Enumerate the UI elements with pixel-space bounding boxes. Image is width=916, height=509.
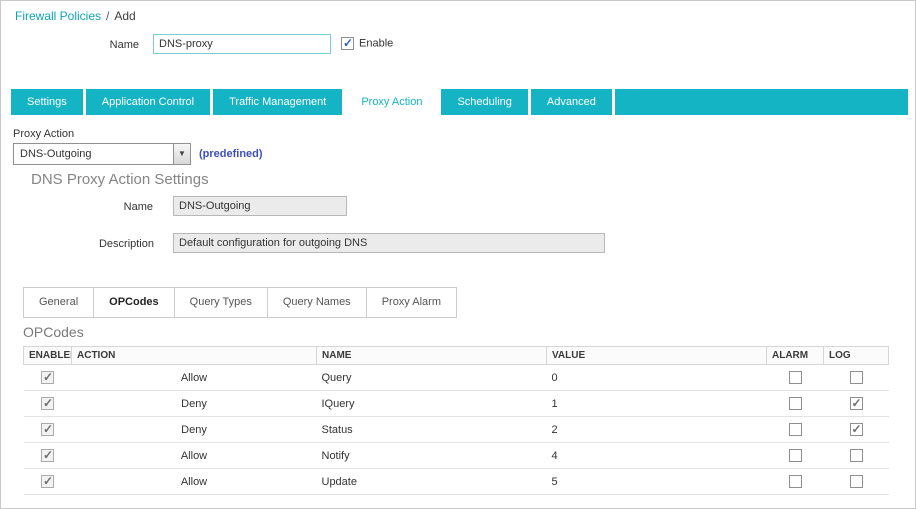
column-header-enabled: ENABLED xyxy=(23,346,72,365)
enabled-checkbox xyxy=(41,370,54,384)
tab-traffic-management[interactable]: Traffic Management xyxy=(213,89,343,115)
tab-scheduling[interactable]: Scheduling xyxy=(441,89,528,115)
tab-settings[interactable]: Settings xyxy=(11,89,83,115)
breadcrumb-separator: / xyxy=(106,9,110,23)
subtab-general[interactable]: General xyxy=(23,287,95,318)
column-header-alarm: ALARM xyxy=(766,346,824,365)
enabled-checkbox xyxy=(41,448,54,462)
action-name-label: Name xyxy=(123,201,153,213)
name-cell: Query xyxy=(316,364,547,391)
log-cell xyxy=(823,416,889,443)
column-header-action: ACTION xyxy=(71,346,317,365)
value-cell: 4 xyxy=(546,442,767,469)
log-cell xyxy=(823,364,889,391)
proxy-action-select[interactable]: DNS-Outgoing ▼ xyxy=(13,143,191,165)
alarm-checkbox[interactable] xyxy=(788,449,802,462)
name-label: Name xyxy=(109,39,139,51)
description-label: Description xyxy=(98,238,154,250)
column-header-value: VALUE xyxy=(546,346,767,365)
alarm-checkbox[interactable] xyxy=(788,475,802,488)
log-checkbox[interactable] xyxy=(849,396,863,410)
table-row: DenyIQuery1 xyxy=(23,390,889,417)
opcodes-header-row: ENABLEDACTIONNAMEVALUEALARMLOG xyxy=(23,346,889,365)
proxy-action-selected-value: DNS-Outgoing xyxy=(20,148,92,160)
tab-proxy-action[interactable]: Proxy Action xyxy=(345,89,439,115)
value-cell: 1 xyxy=(546,390,767,417)
subtab-query-types[interactable]: Query Types xyxy=(173,287,268,318)
log-cell xyxy=(823,390,889,417)
name-cell: IQuery xyxy=(316,390,547,417)
subtab-proxy-alarm[interactable]: Proxy Alarm xyxy=(365,287,457,318)
subtab-query-names[interactable]: Query Names xyxy=(266,287,367,318)
action-name-input xyxy=(173,196,347,216)
subtab-opcodes[interactable]: OPCodes xyxy=(93,287,175,318)
alarm-cell xyxy=(766,364,824,391)
description-input xyxy=(173,233,605,253)
action-cell: Deny xyxy=(71,390,317,417)
alarm-cell xyxy=(766,442,824,469)
opcodes-table: ENABLEDACTIONNAMEVALUEALARMLOG AllowQuer… xyxy=(23,346,889,495)
table-row: AllowQuery0 xyxy=(23,364,889,391)
enabled-checkbox xyxy=(41,422,54,436)
column-header-log: LOG xyxy=(823,346,889,365)
value-cell: 0 xyxy=(546,364,767,391)
action-cell: Allow xyxy=(71,468,317,495)
tabbar-filler xyxy=(614,89,908,115)
breadcrumb-current: Add xyxy=(114,9,136,23)
enable-checkbox[interactable] xyxy=(341,36,354,50)
enabled-cell xyxy=(23,416,72,443)
alarm-checkbox[interactable] xyxy=(788,423,802,436)
breadcrumb-link-firewall-policies[interactable]: Firewall Policies xyxy=(15,9,101,23)
action-cell: Deny xyxy=(71,416,317,443)
log-checkbox[interactable] xyxy=(849,475,863,488)
enable-field: Enable xyxy=(341,36,394,50)
section-title: DNS Proxy Action Settings xyxy=(31,171,209,188)
alarm-cell xyxy=(766,468,824,495)
proxy-action-label: Proxy Action xyxy=(13,128,75,140)
action-cell: Allow xyxy=(71,364,317,391)
name-cell: Notify xyxy=(316,442,547,469)
value-cell: 2 xyxy=(546,416,767,443)
alarm-cell xyxy=(766,416,824,443)
subtabbar: General OPCodes Query Types Query Names Prox… xyxy=(23,287,457,318)
table-row: DenyStatus2 xyxy=(23,416,889,443)
enabled-checkbox xyxy=(41,396,54,410)
enabled-cell xyxy=(23,442,72,469)
alarm-checkbox[interactable] xyxy=(788,397,802,410)
page: Firewall Policies / Add Name Enable Settin… xyxy=(0,0,916,509)
opcodes-tbody: AllowQuery0DenyIQuery1DenyStatus2AllowNo… xyxy=(23,364,889,495)
enabled-checkbox xyxy=(41,474,54,488)
opcodes-title: OPCodes xyxy=(23,324,84,340)
enable-label: Enable xyxy=(359,37,394,50)
enabled-cell xyxy=(23,364,72,391)
chevron-down-icon[interactable]: ▼ xyxy=(173,144,190,164)
enabled-cell xyxy=(23,390,72,417)
column-header-name: NAME xyxy=(316,346,547,365)
name-cell: Update xyxy=(316,468,547,495)
value-cell: 5 xyxy=(546,468,767,495)
tab-advanced[interactable]: Advanced xyxy=(530,89,612,115)
table-row: AllowUpdate5 xyxy=(23,468,889,495)
tab-application-control[interactable]: Application Control xyxy=(85,89,211,115)
alarm-cell xyxy=(766,390,824,417)
table-row: AllowNotify4 xyxy=(23,442,889,469)
log-cell xyxy=(823,468,889,495)
predefined-link[interactable]: (predefined) xyxy=(199,148,263,160)
name-cell: Status xyxy=(316,416,547,443)
log-checkbox[interactable] xyxy=(849,449,863,462)
log-checkbox[interactable] xyxy=(849,422,863,436)
log-checkbox[interactable] xyxy=(849,371,863,384)
name-input[interactable] xyxy=(153,34,331,54)
action-cell: Allow xyxy=(71,442,317,469)
main-tabbar: Settings Application Control Traffic Manag… xyxy=(11,89,908,115)
breadcrumb: Firewall Policies / Add xyxy=(15,9,136,23)
log-cell xyxy=(823,442,889,469)
enabled-cell xyxy=(23,468,72,495)
alarm-checkbox[interactable] xyxy=(788,371,802,384)
